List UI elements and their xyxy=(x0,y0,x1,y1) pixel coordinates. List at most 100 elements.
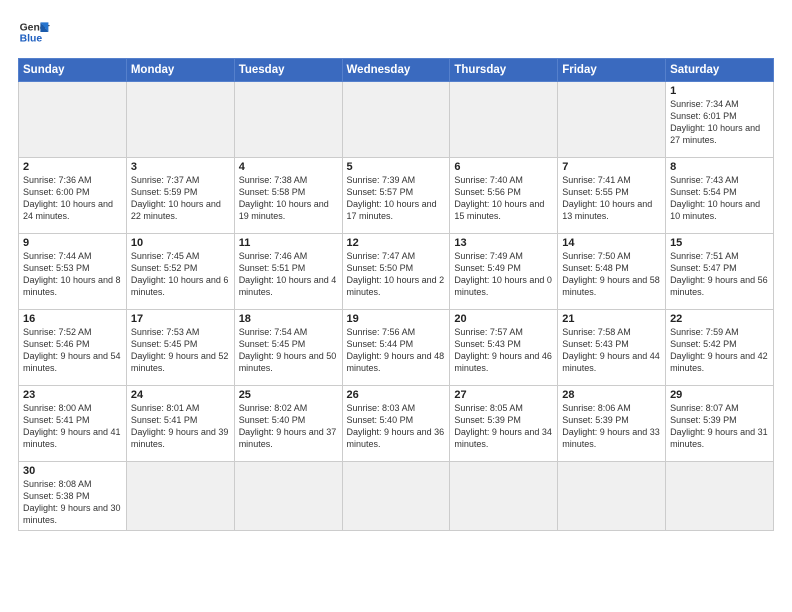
calendar-cell: 14Sunrise: 7:50 AM Sunset: 5:48 PM Dayli… xyxy=(558,234,666,310)
day-info: Sunrise: 7:37 AM Sunset: 5:59 PM Dayligh… xyxy=(131,174,230,223)
day-info: Sunrise: 7:44 AM Sunset: 5:53 PM Dayligh… xyxy=(23,250,122,299)
day-info: Sunrise: 7:38 AM Sunset: 5:58 PM Dayligh… xyxy=(239,174,338,223)
day-info: Sunrise: 8:02 AM Sunset: 5:40 PM Dayligh… xyxy=(239,402,338,451)
day-info: Sunrise: 7:54 AM Sunset: 5:45 PM Dayligh… xyxy=(239,326,338,375)
day-info: Sunrise: 7:34 AM Sunset: 6:01 PM Dayligh… xyxy=(670,98,769,147)
day-info: Sunrise: 7:52 AM Sunset: 5:46 PM Dayligh… xyxy=(23,326,122,375)
day-info: Sunrise: 7:50 AM Sunset: 5:48 PM Dayligh… xyxy=(562,250,661,299)
day-number: 16 xyxy=(23,313,122,325)
calendar-cell: 5Sunrise: 7:39 AM Sunset: 5:57 PM Daylig… xyxy=(342,158,450,234)
calendar-cell: 18Sunrise: 7:54 AM Sunset: 5:45 PM Dayli… xyxy=(234,310,342,386)
day-number: 3 xyxy=(131,161,230,173)
calendar-cell: 15Sunrise: 7:51 AM Sunset: 5:47 PM Dayli… xyxy=(666,234,774,310)
calendar-cell: 9Sunrise: 7:44 AM Sunset: 5:53 PM Daylig… xyxy=(19,234,127,310)
calendar-cell: 8Sunrise: 7:43 AM Sunset: 5:54 PM Daylig… xyxy=(666,158,774,234)
calendar-cell: 16Sunrise: 7:52 AM Sunset: 5:46 PM Dayli… xyxy=(19,310,127,386)
calendar-cell: 3Sunrise: 7:37 AM Sunset: 5:59 PM Daylig… xyxy=(126,158,234,234)
day-number: 14 xyxy=(562,237,661,249)
day-number: 2 xyxy=(23,161,122,173)
calendar-cell: 20Sunrise: 7:57 AM Sunset: 5:43 PM Dayli… xyxy=(450,310,558,386)
calendar-cell: 10Sunrise: 7:45 AM Sunset: 5:52 PM Dayli… xyxy=(126,234,234,310)
day-number: 5 xyxy=(347,161,446,173)
calendar-cell: 21Sunrise: 7:58 AM Sunset: 5:43 PM Dayli… xyxy=(558,310,666,386)
weekday-header: Wednesday xyxy=(342,59,450,82)
day-number: 6 xyxy=(454,161,553,173)
day-info: Sunrise: 8:05 AM Sunset: 5:39 PM Dayligh… xyxy=(454,402,553,451)
day-number: 11 xyxy=(239,237,338,249)
logo: General Blue xyxy=(18,16,50,48)
calendar-cell xyxy=(342,462,450,531)
calendar-cell: 6Sunrise: 7:40 AM Sunset: 5:56 PM Daylig… xyxy=(450,158,558,234)
calendar-cell: 22Sunrise: 7:59 AM Sunset: 5:42 PM Dayli… xyxy=(666,310,774,386)
weekday-header: Thursday xyxy=(450,59,558,82)
day-info: Sunrise: 8:06 AM Sunset: 5:39 PM Dayligh… xyxy=(562,402,661,451)
day-info: Sunrise: 7:39 AM Sunset: 5:57 PM Dayligh… xyxy=(347,174,446,223)
day-number: 28 xyxy=(562,389,661,401)
day-number: 7 xyxy=(562,161,661,173)
day-info: Sunrise: 7:40 AM Sunset: 5:56 PM Dayligh… xyxy=(454,174,553,223)
calendar-cell: 17Sunrise: 7:53 AM Sunset: 5:45 PM Dayli… xyxy=(126,310,234,386)
day-number: 26 xyxy=(347,389,446,401)
calendar-cell: 24Sunrise: 8:01 AM Sunset: 5:41 PM Dayli… xyxy=(126,386,234,462)
calendar-cell xyxy=(450,82,558,158)
day-info: Sunrise: 8:07 AM Sunset: 5:39 PM Dayligh… xyxy=(670,402,769,451)
day-info: Sunrise: 8:00 AM Sunset: 5:41 PM Dayligh… xyxy=(23,402,122,451)
day-info: Sunrise: 7:43 AM Sunset: 5:54 PM Dayligh… xyxy=(670,174,769,223)
day-info: Sunrise: 8:03 AM Sunset: 5:40 PM Dayligh… xyxy=(347,402,446,451)
day-number: 23 xyxy=(23,389,122,401)
day-number: 12 xyxy=(347,237,446,249)
calendar-cell: 1Sunrise: 7:34 AM Sunset: 6:01 PM Daylig… xyxy=(666,82,774,158)
calendar-cell xyxy=(126,82,234,158)
day-number: 22 xyxy=(670,313,769,325)
day-info: Sunrise: 7:58 AM Sunset: 5:43 PM Dayligh… xyxy=(562,326,661,375)
day-info: Sunrise: 7:36 AM Sunset: 6:00 PM Dayligh… xyxy=(23,174,122,223)
day-number: 27 xyxy=(454,389,553,401)
day-number: 20 xyxy=(454,313,553,325)
weekday-header: Saturday xyxy=(666,59,774,82)
day-info: Sunrise: 7:51 AM Sunset: 5:47 PM Dayligh… xyxy=(670,250,769,299)
calendar-cell: 23Sunrise: 8:00 AM Sunset: 5:41 PM Dayli… xyxy=(19,386,127,462)
day-info: Sunrise: 7:47 AM Sunset: 5:50 PM Dayligh… xyxy=(347,250,446,299)
day-info: Sunrise: 8:08 AM Sunset: 5:38 PM Dayligh… xyxy=(23,478,122,527)
calendar-cell: 25Sunrise: 8:02 AM Sunset: 5:40 PM Dayli… xyxy=(234,386,342,462)
calendar-cell: 12Sunrise: 7:47 AM Sunset: 5:50 PM Dayli… xyxy=(342,234,450,310)
calendar-cell xyxy=(450,462,558,531)
day-info: Sunrise: 7:57 AM Sunset: 5:43 PM Dayligh… xyxy=(454,326,553,375)
day-number: 30 xyxy=(23,465,122,477)
day-info: Sunrise: 7:59 AM Sunset: 5:42 PM Dayligh… xyxy=(670,326,769,375)
calendar-cell: 27Sunrise: 8:05 AM Sunset: 5:39 PM Dayli… xyxy=(450,386,558,462)
svg-text:Blue: Blue xyxy=(20,34,43,45)
calendar-cell: 28Sunrise: 8:06 AM Sunset: 5:39 PM Dayli… xyxy=(558,386,666,462)
calendar-cell: 30Sunrise: 8:08 AM Sunset: 5:38 PM Dayli… xyxy=(19,462,127,531)
day-info: Sunrise: 7:49 AM Sunset: 5:49 PM Dayligh… xyxy=(454,250,553,299)
calendar-cell xyxy=(342,82,450,158)
calendar-cell xyxy=(234,82,342,158)
calendar-cell xyxy=(19,82,127,158)
day-info: Sunrise: 8:01 AM Sunset: 5:41 PM Dayligh… xyxy=(131,402,230,451)
day-number: 29 xyxy=(670,389,769,401)
calendar-cell: 2Sunrise: 7:36 AM Sunset: 6:00 PM Daylig… xyxy=(19,158,127,234)
day-number: 13 xyxy=(454,237,553,249)
calendar-cell: 7Sunrise: 7:41 AM Sunset: 5:55 PM Daylig… xyxy=(558,158,666,234)
day-number: 24 xyxy=(131,389,230,401)
calendar-cell: 11Sunrise: 7:46 AM Sunset: 5:51 PM Dayli… xyxy=(234,234,342,310)
day-info: Sunrise: 7:45 AM Sunset: 5:52 PM Dayligh… xyxy=(131,250,230,299)
page: General Blue SundayMondayTuesdayWednesda… xyxy=(0,0,792,612)
day-info: Sunrise: 7:41 AM Sunset: 5:55 PM Dayligh… xyxy=(562,174,661,223)
weekday-header: Sunday xyxy=(19,59,127,82)
day-number: 18 xyxy=(239,313,338,325)
calendar-cell: 26Sunrise: 8:03 AM Sunset: 5:40 PM Dayli… xyxy=(342,386,450,462)
calendar-cell: 13Sunrise: 7:49 AM Sunset: 5:49 PM Dayli… xyxy=(450,234,558,310)
calendar-cell xyxy=(666,462,774,531)
header: General Blue xyxy=(18,16,774,48)
calendar-cell xyxy=(126,462,234,531)
calendar-cell xyxy=(558,82,666,158)
day-number: 21 xyxy=(562,313,661,325)
weekday-header: Tuesday xyxy=(234,59,342,82)
day-number: 10 xyxy=(131,237,230,249)
day-info: Sunrise: 7:46 AM Sunset: 5:51 PM Dayligh… xyxy=(239,250,338,299)
day-info: Sunrise: 7:56 AM Sunset: 5:44 PM Dayligh… xyxy=(347,326,446,375)
weekday-header: Monday xyxy=(126,59,234,82)
day-number: 9 xyxy=(23,237,122,249)
calendar-cell: 29Sunrise: 8:07 AM Sunset: 5:39 PM Dayli… xyxy=(666,386,774,462)
